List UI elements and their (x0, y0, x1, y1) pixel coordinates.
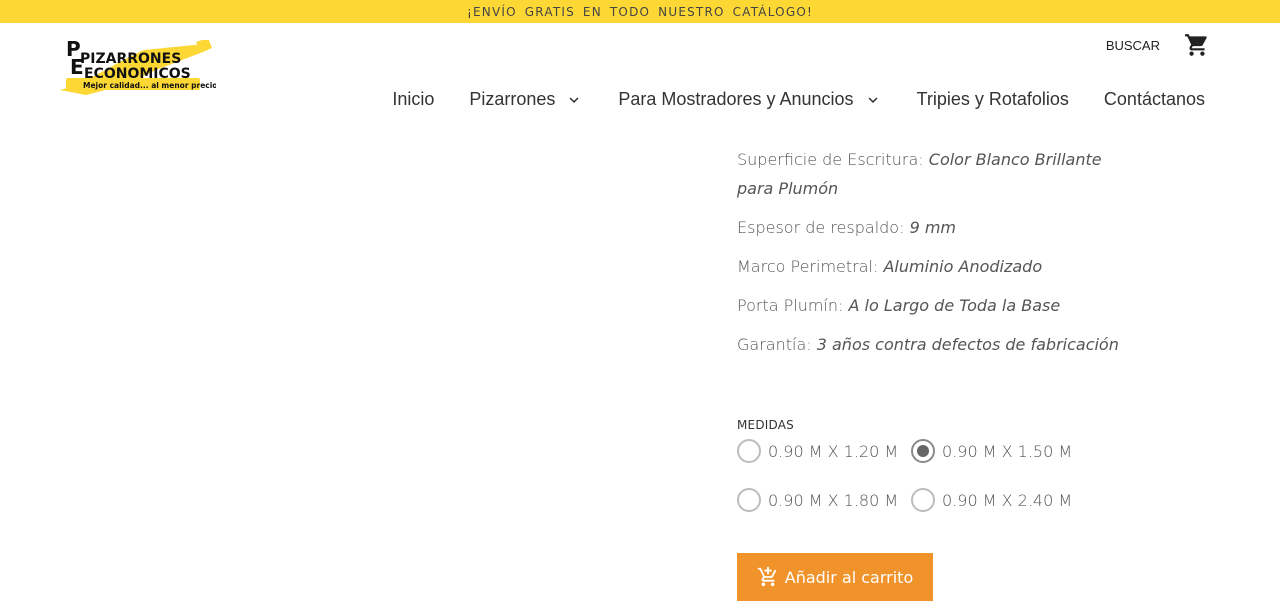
nav-label: Para Mostradores y Anuncios (618, 89, 854, 109)
size-radio[interactable] (911, 439, 935, 463)
nav-label: Inicio (392, 89, 435, 109)
size-radio[interactable] (737, 439, 761, 463)
spec-row: Porta Plumín: A lo Largo de Toda la Base (737, 291, 1137, 320)
search-link[interactable]: BUSCAR (1106, 38, 1160, 53)
promo-text: ¡ENVÍO GRATIS EN TODO NUESTRO CATÁLOGO! (467, 4, 813, 19)
spec-key: Porta Plumín: (737, 296, 844, 315)
chevron-down-icon (565, 91, 583, 109)
nav-label: Pizarrones (469, 89, 556, 109)
logo-line-2: ECONOMICOS (84, 66, 191, 82)
spec-key: Superficie de Escritura: (737, 150, 924, 169)
product-specs: Superficie de Escritura: Color Blanco Br… (737, 145, 1137, 369)
svg-text:E: E (70, 55, 84, 79)
logo-tagline: Mejor calidad... al menor precio (83, 81, 216, 90)
chevron-down-icon (864, 91, 882, 109)
spec-row: Espesor de respaldo: 9 mm (737, 213, 1137, 242)
promo-banner: ¡ENVÍO GRATIS EN TODO NUESTRO CATÁLOGO! (0, 0, 1280, 23)
size-option-4[interactable]: 0.90 M X 2.40 M (911, 488, 1072, 512)
nav-item-inicio[interactable]: Inicio (392, 89, 434, 110)
size-label: 0.90 M X 1.50 M (942, 441, 1073, 461)
spec-key: Marco Perimetral: (737, 257, 879, 276)
size-option-3[interactable]: 0.90 M X 1.80 M (737, 488, 898, 512)
spec-value: 3 años contra defectos de fabricación (816, 335, 1119, 354)
nav-item-tripies[interactable]: Tripies y Rotafolios (917, 89, 1069, 110)
brand-logo[interactable]: P PIZARRONES E ECONOMICOS Mejor calidad.… (56, 37, 217, 100)
size-label: 0.90 M X 1.20 M (768, 441, 899, 461)
size-label: 0.90 M X 2.40 M (942, 490, 1073, 510)
nav-item-pizarrones[interactable]: Pizarrones (469, 89, 583, 110)
add-to-cart-button[interactable]: Añadir al carrito (737, 553, 933, 601)
size-option-1[interactable]: 0.90 M X 1.20 M (737, 439, 898, 463)
spec-key: Espesor de respaldo: (737, 218, 905, 237)
size-radio[interactable] (911, 488, 935, 512)
add-cart-icon (757, 566, 779, 588)
size-radio[interactable] (737, 488, 761, 512)
spec-value: A lo Largo de Toda la Base (848, 296, 1061, 315)
add-to-cart-label: Añadir al carrito (784, 567, 914, 587)
nav-item-mostradores[interactable]: Para Mostradores y Anuncios (618, 89, 881, 110)
sizes-label: MEDIDAS (737, 418, 794, 432)
size-label: 0.90 M X 1.80 M (768, 490, 899, 510)
spec-row: Marco Perimetral: Aluminio Anodizado (737, 252, 1137, 281)
size-option-2[interactable]: 0.90 M X 1.50 M (911, 439, 1072, 463)
nav-item-contactanos[interactable]: Contáctanos (1104, 89, 1205, 110)
main-navigation: Inicio Pizarrones Para Mostradores y Anu… (392, 89, 1205, 110)
header-actions: BUSCAR (1106, 32, 1210, 58)
spec-key: Garantía: (737, 335, 812, 354)
shopping-cart-icon[interactable] (1184, 32, 1210, 58)
logo-line-1: PIZARRONES (80, 51, 181, 67)
nav-label: Contáctanos (1103, 89, 1205, 109)
spec-value: 9 mm (909, 218, 956, 237)
spec-row: Superficie de Escritura: Color Blanco Br… (737, 145, 1137, 203)
spec-row: Garantía: 3 años contra defectos de fabr… (737, 330, 1137, 359)
spec-value: Aluminio Anodizado (883, 257, 1043, 276)
nav-label: Tripies y Rotafolios (916, 89, 1069, 109)
